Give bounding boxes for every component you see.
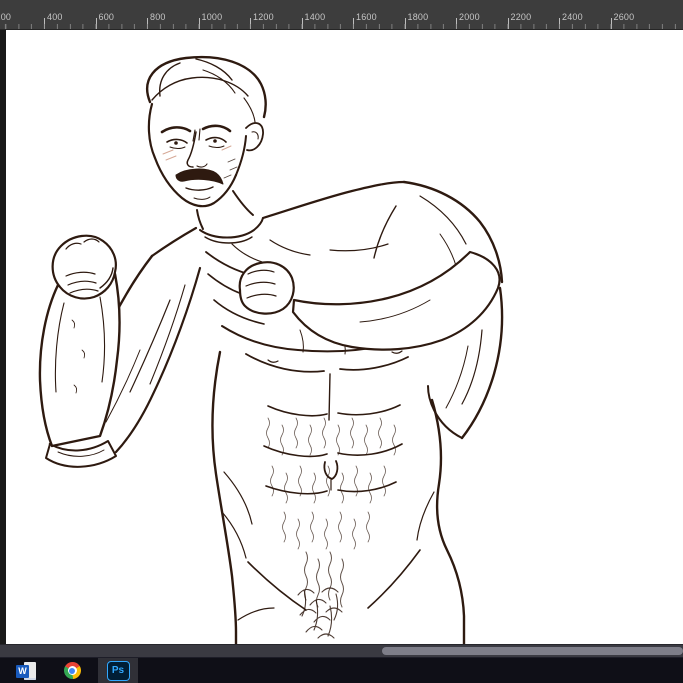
photoshop-window: 200 4006008001000120014001600180020002200… xyxy=(0,0,683,683)
taskbar-word-button[interactable]: W xyxy=(6,658,46,683)
ruler-tick: 1200 xyxy=(250,0,302,29)
ruler-tick: 1600 xyxy=(353,0,405,29)
ruler-tick: 2600 xyxy=(610,0,663,29)
ruler-tick: 1400 xyxy=(301,0,354,29)
chrome-icon xyxy=(63,662,81,679)
ruler-tick: 2200 xyxy=(507,0,560,29)
ruler-tick: 200 xyxy=(0,12,12,22)
ruler-tick: 400 xyxy=(44,0,96,29)
word-icon: W xyxy=(16,661,36,680)
word-logo-glyph: W xyxy=(16,664,29,678)
scrollbar-thumb[interactable] xyxy=(382,647,683,655)
ruler-tick: 600 xyxy=(95,0,148,29)
horizontal-scrollbar[interactable] xyxy=(0,644,683,657)
ruler-tick: 1000 xyxy=(198,0,251,29)
body-hair-texture xyxy=(266,417,396,608)
ruler-tick: 800 xyxy=(147,0,199,29)
canvas-left-edge xyxy=(0,30,6,644)
ruler-tick: 2400 xyxy=(559,0,611,29)
taskbar-photoshop-button[interactable]: Ps xyxy=(98,658,138,683)
photoshop-icon: Ps xyxy=(106,660,130,681)
ruler-tick: 1800 xyxy=(404,0,457,29)
canvas-area[interactable] xyxy=(0,30,683,644)
windows-taskbar: W Ps xyxy=(0,657,683,683)
ruler-tick: 2000 xyxy=(456,0,508,29)
artwork-line-drawing xyxy=(38,55,504,644)
horizontal-ruler[interactable]: 200 4006008001000120014001600180020002200… xyxy=(0,0,683,30)
taskbar-chrome-button[interactable] xyxy=(52,658,92,683)
